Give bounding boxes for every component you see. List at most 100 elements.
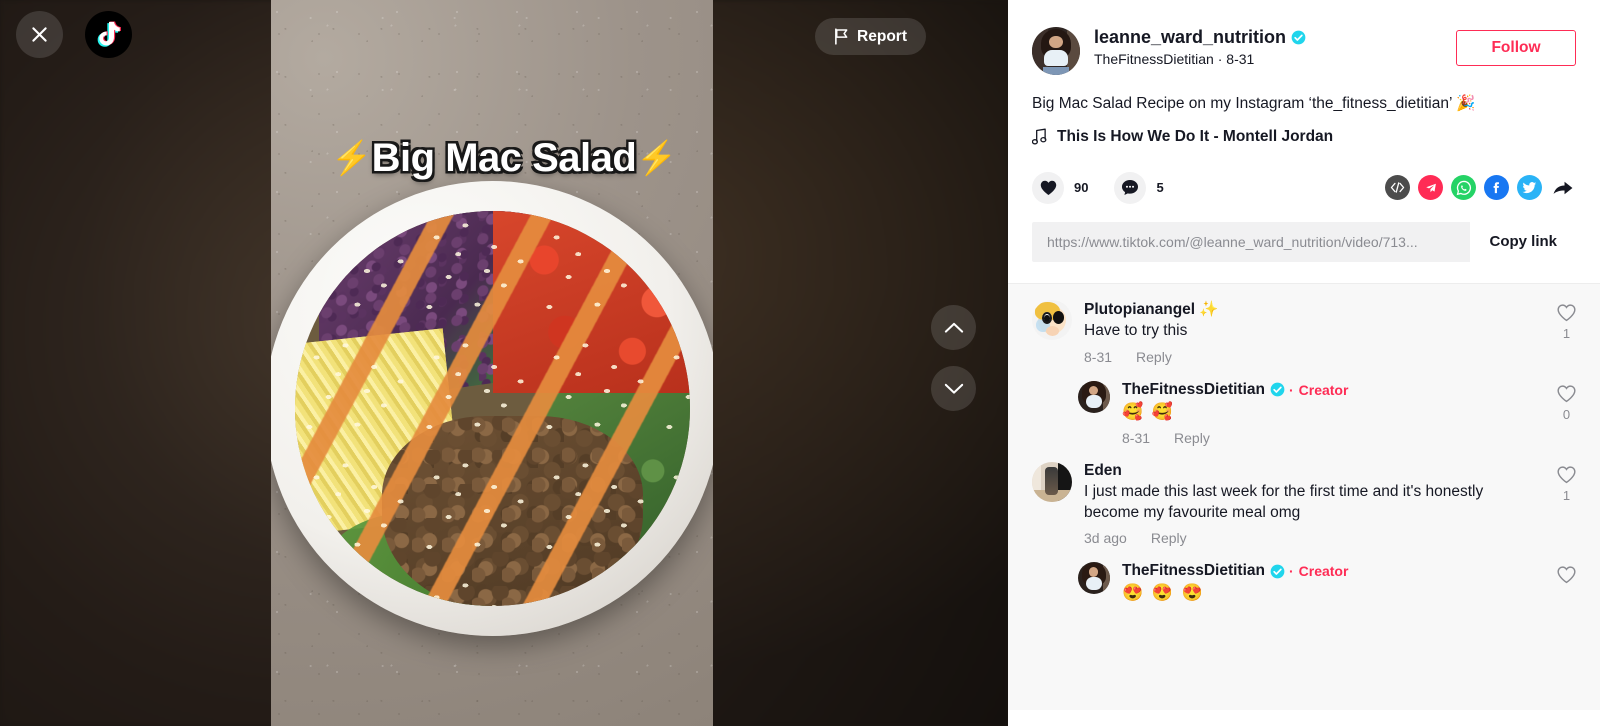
commenter-name[interactable]: Plutopianangel ✨ [1084, 300, 1219, 319]
comment-like-button[interactable]: 0 [1557, 384, 1576, 422]
video-player-area[interactable]: ⚡Big Mac Salad⚡ Report [0, 0, 1008, 726]
comment-body: Plutopianangel ✨ Have to try this 8-31 R… [1084, 300, 1576, 365]
bolt-right-icon: ⚡ [636, 139, 677, 176]
panel-bottom-strip [1008, 710, 1600, 726]
comment-name-line: TheFitnessDietitian · Creator [1122, 381, 1516, 399]
comment-meta: 8-31 Reply [1084, 349, 1516, 365]
music-title: This Is How We Do It - Montell Jordan [1057, 127, 1334, 145]
comment-like-button[interactable] [1557, 566, 1576, 584]
tiktok-logo-button[interactable] [85, 11, 132, 58]
previous-video-button[interactable] [931, 305, 976, 350]
comment-text: 🥰 🥰 [1122, 401, 1176, 421]
chevron-up-icon [944, 322, 963, 333]
sesame-seeds [295, 211, 690, 606]
action-bar: 90 5 [1032, 171, 1576, 204]
heart-icon [1040, 180, 1056, 195]
comment-like-count: 1 [1562, 488, 1571, 504]
comment-item: TheFitnessDietitian · Creator 😍 😍 😍 [1008, 546, 1600, 605]
forward-arrow-icon [1553, 181, 1573, 195]
like-button[interactable]: 90 [1032, 171, 1089, 204]
embed-icon[interactable] [1385, 175, 1410, 201]
comments-list[interactable]: Plutopianangel ✨ Have to try this 8-31 R… [1008, 282, 1600, 726]
whatsapp-glyph-icon [1456, 180, 1471, 196]
pinterest-icon[interactable] [1418, 175, 1443, 201]
comment-time: 8-31 [1084, 348, 1113, 365]
creator-separator: · [1288, 381, 1294, 398]
comment-body: Eden I just made this last week for the … [1084, 462, 1576, 546]
twitter-icon[interactable] [1517, 175, 1542, 201]
comment-item: TheFitnessDietitian · Creator 🥰 🥰 8-31 R… [1008, 365, 1600, 446]
like-icon-circle [1032, 171, 1064, 204]
whatsapp-icon[interactable] [1451, 175, 1476, 201]
creator-badge: Creator [1298, 381, 1349, 398]
creator-separator: · [1288, 563, 1294, 580]
verified-badge-icon [1270, 564, 1285, 579]
commenter-name[interactable]: Eden [1084, 462, 1122, 480]
like-count: 90 [1074, 180, 1089, 196]
chevron-down-icon [944, 383, 963, 394]
post-caption: Big Mac Salad Recipe on my Instagram ‘th… [1032, 95, 1476, 112]
creator-badge: Creator [1298, 563, 1349, 580]
author-name-line: leanne_ward_nutrition [1094, 27, 1456, 48]
commenter-avatar[interactable] [1078, 380, 1110, 413]
twitter-bird-icon [1522, 182, 1537, 194]
comment-reply-button[interactable]: Reply [1174, 430, 1210, 446]
commenter-avatar[interactable] [1078, 562, 1110, 595]
author-avatar[interactable] [1032, 27, 1080, 75]
post-date: 8-31 [1226, 51, 1255, 67]
comment-like-count: 0 [1562, 406, 1571, 422]
comment-text: I just made this last week for the first… [1084, 483, 1484, 521]
facebook-f-icon [1493, 182, 1499, 194]
heart-outline-icon [1557, 384, 1576, 402]
tiktok-video-page: ⚡Big Mac Salad⚡ Report leanne_ward_nutri… [0, 0, 1600, 726]
comment-like-button[interactable]: 1 [1557, 304, 1576, 341]
author-separator: · [1217, 51, 1223, 67]
heart-outline-icon [1557, 566, 1576, 584]
panel-header: leanne_ward_nutrition TheFitnessDietitia… [1008, 0, 1600, 262]
commenter-name[interactable]: TheFitnessDietitian [1122, 562, 1265, 580]
tiktok-note-icon [97, 21, 121, 47]
share-url-input[interactable] [1032, 233, 1471, 250]
facebook-icon[interactable] [1484, 175, 1509, 201]
author-subtitle: TheFitnessDietitian · 8-31 [1094, 51, 1456, 67]
author-username[interactable]: leanne_ward_nutrition [1094, 27, 1286, 48]
share-arrow-icon[interactable] [1550, 175, 1576, 200]
comment-reply-button[interactable]: Reply [1136, 349, 1172, 365]
comment-item: Eden I just made this last week for the … [1008, 446, 1600, 546]
comment-time: 3d ago [1084, 530, 1127, 547]
close-button[interactable] [16, 11, 63, 58]
commenter-avatar[interactable] [1032, 462, 1072, 503]
salad-contents [295, 211, 690, 606]
comment-meta: 3d ago Reply [1084, 530, 1516, 546]
comment-button[interactable]: 5 [1114, 171, 1164, 204]
salad-plate [271, 181, 713, 636]
report-label: Report [857, 27, 907, 45]
comment-like-count: 1 [1562, 325, 1571, 341]
author-nickname: TheFitnessDietitian [1094, 51, 1214, 67]
comment-reply-button[interactable]: Reply [1151, 530, 1187, 546]
commenter-name[interactable]: TheFitnessDietitian [1122, 381, 1265, 399]
code-brackets-icon [1390, 182, 1405, 194]
report-button[interactable]: Report [815, 18, 926, 55]
comment-icon-circle [1114, 171, 1147, 204]
paper-plane-icon [1425, 183, 1436, 193]
overlay-title-text: Big Mac Salad [371, 136, 637, 180]
comment-text: 😍 😍 😍 [1122, 583, 1205, 603]
verified-badge-icon [1270, 382, 1285, 397]
video-overlay-title: ⚡Big Mac Salad⚡ [0, 136, 1008, 181]
video-frame[interactable] [271, 0, 713, 726]
comment-count: 5 [1156, 180, 1164, 196]
author-row: leanne_ward_nutrition TheFitnessDietitia… [1032, 27, 1576, 75]
commenter-avatar[interactable] [1032, 299, 1072, 340]
next-video-button[interactable] [931, 366, 976, 411]
music-row[interactable]: This Is How We Do It - Montell Jordan [1032, 128, 1576, 146]
comment-meta: 8-31 Reply [1122, 430, 1516, 446]
flag-icon [835, 28, 848, 45]
heart-outline-icon [1557, 466, 1576, 484]
avatar-photo [1032, 27, 1080, 75]
follow-button[interactable]: Follow [1456, 30, 1576, 66]
music-note-icon [1032, 128, 1047, 145]
comment-item: Plutopianangel ✨ Have to try this 8-31 R… [1008, 284, 1600, 365]
copy-link-button[interactable]: Copy link [1470, 221, 1576, 262]
comment-like-button[interactable]: 1 [1557, 466, 1576, 503]
